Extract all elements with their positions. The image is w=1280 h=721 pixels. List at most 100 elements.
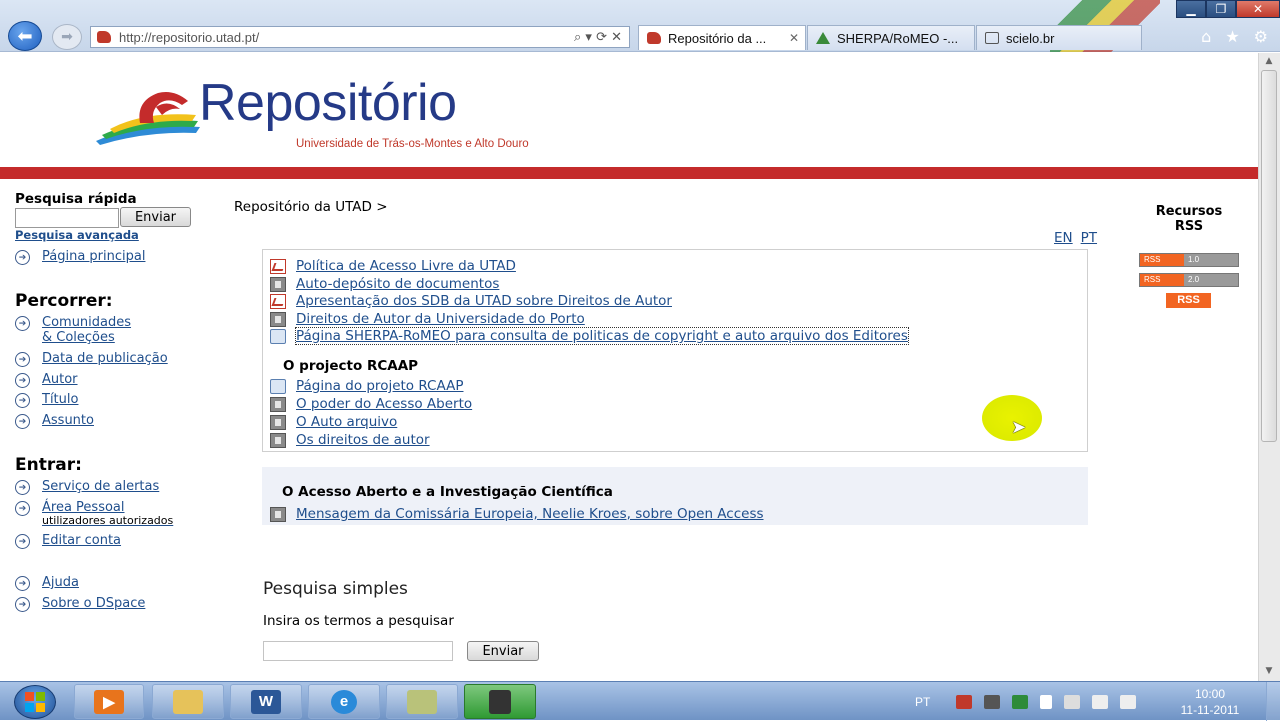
rcaap-link-label[interactable]: O poder do Acesso Aberto: [296, 396, 472, 412]
advanced-search-link[interactable]: Pesquisa avançada: [15, 228, 139, 242]
clock[interactable]: 10:00 11-11-2011: [1164, 686, 1256, 718]
taskbar-app-explorer[interactable]: [152, 684, 224, 719]
sidebar-item-edit-account[interactable]: ➔ Editar conta: [15, 533, 121, 549]
simple-search-label: Insira os termos a pesquisar: [263, 613, 454, 629]
rss-heading-line2: RSS: [1174, 219, 1204, 234]
usb-icon[interactable]: [1064, 694, 1081, 709]
sidebar-item-title[interactable]: ➔ Título: [15, 392, 78, 408]
quick-search-input[interactable]: [15, 208, 119, 228]
sidebar-item-label[interactable]: Título: [42, 392, 78, 407]
start-button[interactable]: [14, 685, 56, 719]
document-link-label[interactable]: Página SHERPA-RoMEO para consulta de pol…: [295, 327, 909, 345]
simple-search-submit-button[interactable]: Enviar: [467, 641, 539, 661]
sidebar-item-label[interactable]: Página principal: [42, 249, 145, 264]
input-language-indicator[interactable]: PT: [915, 695, 930, 709]
site-logo[interactable]: Repositório Universidade de Trás-os-Mont…: [96, 73, 596, 163]
sidebar-item-label[interactable]: Data de publicação: [42, 351, 168, 366]
minimize-icon[interactable]: ▁: [1176, 0, 1206, 18]
sidebar-item-label[interactable]: Sobre o DSpace: [42, 596, 145, 611]
document-link-label[interactable]: Apresentação dos SDB da UTAD sobre Direi…: [296, 293, 672, 309]
document-link-label[interactable]: Política de Acesso Livre da UTAD: [296, 258, 516, 274]
sidebar-item-communities[interactable]: ➔ Comunidades & Coleções: [15, 315, 131, 345]
address-bar[interactable]: http://repositorio.utad.pt/ ⌕ ▾ ⟳ ✕: [90, 26, 630, 48]
scroll-down-icon[interactable]: ▼: [1262, 666, 1276, 678]
scrollbar-thumb[interactable]: [1261, 70, 1277, 442]
tab-repositorio[interactable]: Repositório da ... ✕: [638, 25, 806, 50]
open-access-link[interactable]: Mensagem da Comissária Europeia, Neelie …: [270, 506, 764, 522]
rcaap-link-label[interactable]: O Auto arquivo: [296, 414, 397, 430]
pdf-tray-icon[interactable]: [956, 694, 973, 709]
clock-date: 11-11-2011: [1180, 703, 1240, 717]
sidebar-item-label[interactable]: Serviço de alertas: [42, 479, 159, 494]
language-pt-link[interactable]: PT: [1081, 230, 1097, 246]
sidebar-item-label[interactable]: Editar conta: [42, 533, 121, 548]
taskbar-app-word[interactable]: W: [230, 684, 302, 719]
breadcrumb[interactable]: Repositório da UTAD >: [234, 199, 388, 215]
rss-1-0-badge[interactable]: RSS 1.0: [1139, 253, 1239, 267]
sidebar-item-author[interactable]: ➔ Autor: [15, 372, 78, 388]
personal-area-label[interactable]: Área Pessoal: [42, 500, 173, 515]
taskbar-app-notes[interactable]: [386, 684, 458, 719]
rcaap-link[interactable]: Página do projeto RCAAP: [270, 378, 463, 394]
rcaap-link-label[interactable]: Página do projeto RCAAP: [296, 378, 463, 394]
gear-icon[interactable]: ⚙: [1254, 27, 1268, 46]
address-controls-icons[interactable]: ⌕ ▾ ⟳ ✕: [574, 30, 622, 45]
sidebar-item-about[interactable]: ➔ Sobre o DSpace: [15, 596, 145, 612]
tab-scielo[interactable]: scielo.br: [976, 25, 1142, 50]
sidebar-item-alerts[interactable]: ➔ Serviço de alertas: [15, 479, 159, 495]
close-icon[interactable]: ✕: [1236, 0, 1280, 18]
sidebar-item-date[interactable]: ➔ Data de publicação: [15, 351, 168, 367]
url-text[interactable]: http://repositorio.utad.pt/: [119, 30, 574, 45]
collections-label[interactable]: & Coleções: [42, 330, 131, 345]
sidebar-item-subject[interactable]: ➔ Assunto: [15, 413, 94, 429]
rss-2-0-badge[interactable]: RSS 2.0: [1139, 273, 1239, 287]
rcaap-link[interactable]: O Auto arquivo: [270, 414, 397, 430]
communities-label[interactable]: Comunidades: [42, 315, 131, 330]
sidebar-item-help[interactable]: ➔ Ajuda: [15, 575, 79, 591]
logo-title: Repositório: [199, 74, 457, 132]
rcaap-link[interactable]: Os direitos de autor: [270, 432, 430, 448]
open-access-link-label[interactable]: Mensagem da Comissária Europeia, Neelie …: [296, 506, 764, 522]
sidebar-item-personal-area[interactable]: ➔ Área Pessoal utilizadores autorizados: [15, 500, 173, 527]
scroll-up-icon[interactable]: ▲: [1262, 56, 1276, 68]
sidebar-item-home[interactable]: ➔ Página principal: [15, 249, 145, 265]
quick-search-submit-button[interactable]: Enviar: [120, 207, 191, 227]
sidebar-item-label[interactable]: Área Pessoal utilizadores autorizados: [42, 500, 173, 527]
simple-search-input[interactable]: [263, 641, 453, 661]
sidebar-item-label[interactable]: Comunidades & Coleções: [42, 315, 131, 345]
open-access-heading: O Acesso Aberto e a Investigação Científ…: [282, 484, 613, 500]
document-link[interactable]: Auto-depósito de documentos: [270, 276, 499, 292]
arrow-circle-icon: ➔: [15, 393, 30, 408]
sidebar-item-label[interactable]: Ajuda: [42, 575, 79, 590]
check-tray-icon[interactable]: [1012, 694, 1029, 709]
taskbar-app-video-recorder[interactable]: [464, 684, 536, 719]
taskbar-app-media-player[interactable]: ▶: [74, 684, 144, 719]
rcaap-link-label[interactable]: Os direitos de autor: [296, 432, 430, 448]
back-button[interactable]: ⬅: [8, 21, 42, 51]
display-tray-icon[interactable]: [984, 694, 1001, 709]
rcaap-link[interactable]: O poder do Acesso Aberto: [270, 396, 472, 412]
tab-close-icon[interactable]: ✕: [789, 31, 799, 45]
document-link-label[interactable]: Direitos de Autor da Universidade do Por…: [296, 311, 585, 327]
logo-emblem-icon: [96, 92, 200, 145]
document-link[interactable]: Direitos de Autor da Universidade do Por…: [270, 311, 585, 327]
taskbar-app-internet-explorer[interactable]: e: [308, 684, 380, 719]
show-desktop-button[interactable]: [1266, 682, 1280, 721]
document-link[interactable]: Página SHERPA-RoMEO para consulta de pol…: [270, 327, 909, 345]
document-link-label[interactable]: Auto-depósito de documentos: [296, 276, 499, 292]
network-icon[interactable]: [1092, 694, 1109, 709]
arrow-circle-icon: ➔: [15, 597, 30, 612]
rss-feed-badge[interactable]: RSS: [1166, 293, 1211, 308]
flag-icon[interactable]: [1040, 694, 1053, 709]
restore-icon[interactable]: ❐: [1206, 0, 1236, 18]
forward-button[interactable]: ➡: [52, 24, 82, 50]
language-en-link[interactable]: EN: [1054, 230, 1073, 246]
document-link[interactable]: Apresentação dos SDB da UTAD sobre Direi…: [270, 293, 672, 309]
volume-icon[interactable]: [1120, 694, 1137, 709]
favorites-star-icon[interactable]: ★: [1225, 27, 1239, 46]
sidebar-item-label[interactable]: Assunto: [42, 413, 94, 428]
document-link[interactable]: Política de Acesso Livre da UTAD: [270, 258, 516, 274]
tab-sherpa-romeo[interactable]: SHERPA/RoMEO -...: [807, 25, 975, 50]
home-icon[interactable]: ⌂: [1201, 27, 1211, 46]
sidebar-item-label[interactable]: Autor: [42, 372, 78, 387]
